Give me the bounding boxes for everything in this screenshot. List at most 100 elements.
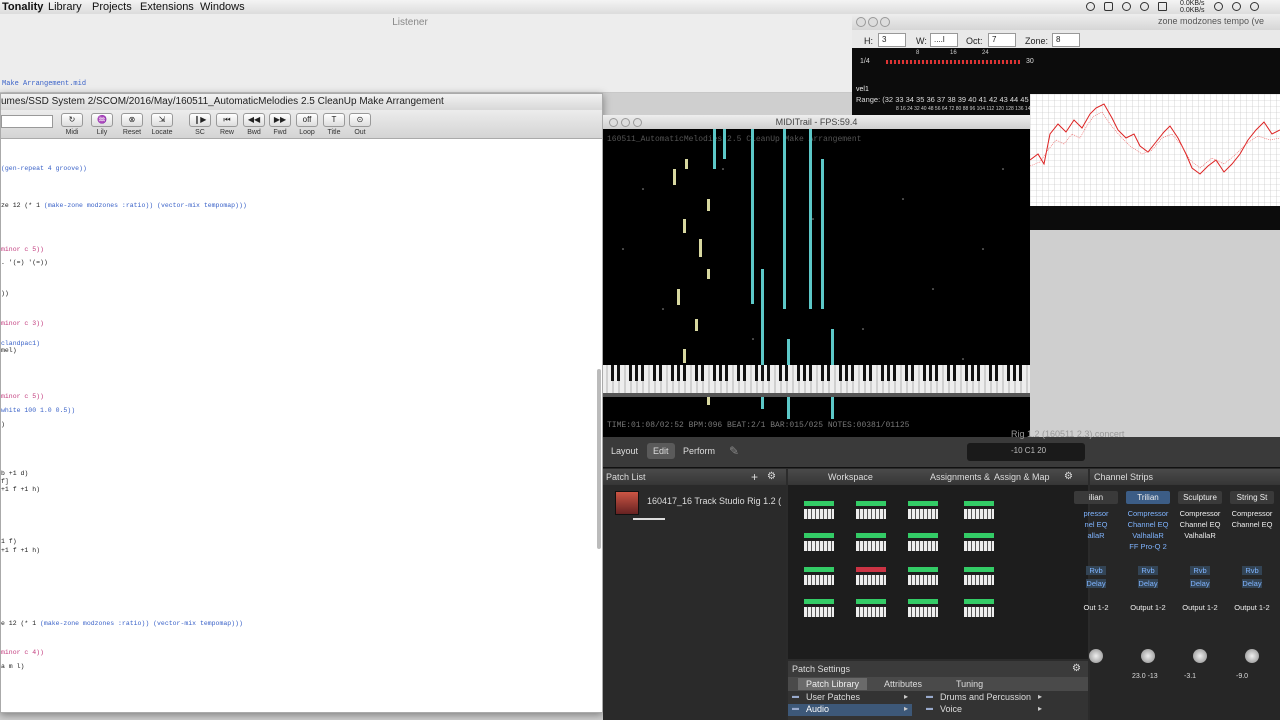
- zone-stepper[interactable]: 8: [1052, 33, 1080, 47]
- code-line[interactable]: (gen-repeat 4 groove)): [1, 165, 87, 172]
- channel-strip-name[interactable]: String St: [1230, 491, 1274, 504]
- editor-titlebar[interactable]: umes/SSD System 2/SCOM/2016/May/160511_A…: [1, 94, 602, 111]
- output-selector[interactable]: Output 1-2: [1230, 603, 1274, 612]
- pan-knob[interactable]: [1141, 649, 1155, 663]
- keyboard-screen-control[interactable]: [964, 599, 994, 617]
- code-line[interactable]: mel): [1, 347, 17, 354]
- code-line[interactable]: +1 f +1 h): [1, 547, 40, 554]
- display-icon[interactable]: [1158, 2, 1167, 11]
- keyboard-screen-control[interactable]: [856, 567, 886, 585]
- code-line[interactable]: e 12 (* 1 (make-zone modzones :ratio)) (…: [1, 620, 243, 627]
- pan-knob[interactable]: [1245, 649, 1259, 663]
- pan-knob[interactable]: [1193, 649, 1207, 663]
- menu-tonality[interactable]: Tonality: [2, 0, 43, 14]
- code-line[interactable]: minor c 3)): [1, 320, 44, 327]
- output-selector[interactable]: Output 1-2: [1126, 603, 1170, 612]
- sync-status-icon[interactable]: [1086, 2, 1095, 11]
- code-line[interactable]: white 100 1.0 0.5)): [1, 407, 75, 414]
- keyboard-screen-control[interactable]: [804, 533, 834, 551]
- keyboard-screen-control[interactable]: [908, 501, 938, 519]
- code-line[interactable]: f]: [1, 478, 9, 485]
- plugin-slot[interactable]: FF Pro-Q 2: [1126, 542, 1170, 552]
- zone-ruler[interactable]: [886, 60, 1020, 64]
- gear-icon[interactable]: ⚙: [1064, 469, 1073, 485]
- zoom-icon[interactable]: [880, 17, 890, 27]
- library-item[interactable]: User Patches: [806, 692, 860, 702]
- menu-projects[interactable]: Projects: [92, 0, 132, 14]
- plugin-slot[interactable]: allaR: [1074, 531, 1118, 541]
- pencil-icon[interactable]: ✎: [729, 444, 739, 458]
- gear-icon[interactable]: ⚙: [767, 469, 776, 485]
- reset-button[interactable]: ⊗: [121, 113, 143, 127]
- plugin-slot[interactable]: Channel EQ: [1230, 520, 1274, 530]
- locate-button[interactable]: ⇲: [151, 113, 173, 127]
- wifi-icon[interactable]: [1214, 2, 1223, 11]
- send-slot[interactable]: Delay: [1242, 579, 1262, 588]
- tab-tuning[interactable]: Tuning: [956, 678, 983, 690]
- rew-button[interactable]: ⏮: [216, 113, 238, 127]
- keyboard-screen-control[interactable]: [856, 501, 886, 519]
- plugin-slot[interactable]: pressor: [1074, 509, 1118, 519]
- plugin-slot[interactable]: Channel EQ: [1178, 520, 1222, 530]
- velocity-graph[interactable]: [1029, 94, 1280, 206]
- send-slot[interactable]: Rvb: [1190, 566, 1210, 575]
- keyboard-screen-control[interactable]: [856, 533, 886, 551]
- battery-icon[interactable]: [1250, 2, 1259, 11]
- loop-button[interactable]: off: [296, 113, 318, 127]
- volume-icon[interactable]: [1104, 2, 1113, 11]
- code-line[interactable]: minor c 5)): [1, 393, 44, 400]
- tab-attributes[interactable]: Attributes: [884, 678, 922, 690]
- tab-workspace[interactable]: Workspace: [828, 469, 873, 485]
- editor-scrollbar[interactable]: [597, 369, 601, 549]
- tab-assign-map[interactable]: Assign & Map: [994, 469, 1050, 485]
- keyboard-screen-control[interactable]: [908, 533, 938, 551]
- zone-editor-titlebar[interactable]: zone modzones tempo (ve: [852, 14, 1280, 30]
- patch-name[interactable]: 160417_16 Track Studio Rig 1.2 (: [647, 496, 781, 506]
- tab-edit[interactable]: Edit: [647, 443, 675, 459]
- oct-stepper[interactable]: 7: [988, 33, 1016, 47]
- lily-button[interactable]: ♒: [91, 113, 113, 127]
- keyboard-screen-control[interactable]: [908, 599, 938, 617]
- code-line[interactable]: ): [1, 421, 5, 428]
- output-selector[interactable]: Output 1-2: [1178, 603, 1222, 612]
- code-line[interactable]: minor c 5)): [1, 246, 44, 253]
- keyboard-screen-control[interactable]: [908, 567, 938, 585]
- keyboard-screen-control[interactable]: [964, 567, 994, 585]
- sc-button[interactable]: ❙▶: [189, 113, 211, 127]
- code-line[interactable]: clandpac1): [1, 340, 40, 347]
- menu-windows[interactable]: Windows: [200, 0, 245, 14]
- pan-knob[interactable]: [1089, 649, 1103, 663]
- plugin-slot[interactable]: Compressor: [1126, 509, 1170, 519]
- keyboard-screen-control[interactable]: [964, 533, 994, 551]
- plugin-slot[interactable]: Channel EQ: [1126, 520, 1170, 530]
- keyboard-screen-control[interactable]: [804, 567, 834, 585]
- send-slot[interactable]: Rvb: [1138, 566, 1158, 575]
- h-stepper[interactable]: 3: [878, 33, 906, 47]
- send-slot[interactable]: Rvb: [1086, 566, 1106, 575]
- output-selector[interactable]: Out 1-2: [1074, 603, 1118, 612]
- midi-button[interactable]: ↻: [61, 113, 83, 127]
- code-line[interactable]: )): [1, 290, 9, 297]
- send-slot[interactable]: Delay: [1190, 579, 1210, 588]
- channel-strip-name[interactable]: ilian: [1074, 491, 1118, 504]
- tab-perform[interactable]: Perform: [677, 443, 721, 459]
- miditrail-titlebar[interactable]: MIDITrail - FPS:59.4: [603, 115, 1030, 129]
- menu-library[interactable]: Library: [48, 0, 82, 14]
- code-area[interactable]: (gen-repeat 4 groove)) ze 12 (* 1 (make-z…: [1, 139, 591, 709]
- plugin-slot[interactable]: nel EQ: [1074, 520, 1118, 530]
- network-icon[interactable]: [1140, 2, 1149, 11]
- code-line[interactable]: ze 12 (* 1 (make-zone modzones :ratio)) …: [1, 202, 247, 209]
- plugin-slot[interactable]: ValhallaR: [1178, 531, 1222, 541]
- send-slot[interactable]: Delay: [1138, 579, 1158, 588]
- send-slot[interactable]: Delay: [1086, 579, 1106, 588]
- code-line[interactable]: +1 f +1 h): [1, 486, 40, 493]
- library-subitem[interactable]: Voice: [940, 704, 962, 714]
- keyboard-screen-control[interactable]: [804, 599, 834, 617]
- minimize-icon[interactable]: [868, 17, 878, 27]
- close-icon[interactable]: [856, 17, 866, 27]
- library-item[interactable]: Audio: [806, 704, 829, 714]
- keyboard-screen-control[interactable]: [856, 599, 886, 617]
- title-button[interactable]: T: [323, 113, 345, 127]
- channel-strip-name[interactable]: Trilian: [1126, 491, 1170, 504]
- code-line[interactable]: 1 f): [1, 538, 17, 545]
